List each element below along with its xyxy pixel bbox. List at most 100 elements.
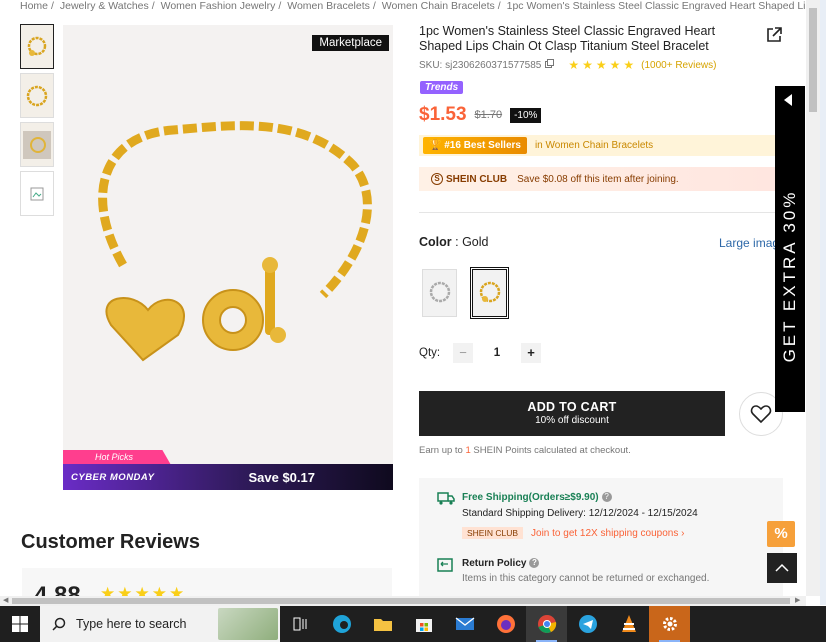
scroll-left-icon[interactable]: ◀ [3, 596, 8, 604]
windows-taskbar: Type here to search [0, 606, 826, 642]
scroll-right-icon[interactable]: ▶ [795, 596, 800, 604]
chevron-right-icon: › [678, 528, 685, 539]
back-to-top-button[interactable] [767, 553, 797, 583]
large-image-link[interactable]: Large imag [719, 236, 779, 250]
main-product-image[interactable]: Marketplace Hot Picks CYBER MONDAY Save … [63, 25, 393, 490]
marketplace-badge: Marketplace [312, 35, 389, 51]
truck-icon [437, 491, 455, 505]
vlc-icon[interactable] [608, 606, 649, 642]
product-stars: ★★★★★ [568, 58, 638, 72]
product-title: 1pc Women's Stainless Steel Classic Engr… [419, 24, 716, 53]
vertical-scrollbar[interactable] [806, 0, 820, 596]
qty-label: Qty: [419, 347, 441, 359]
divider [419, 212, 776, 213]
chevron-up-icon [775, 563, 789, 572]
qty-input[interactable]: 1 [473, 347, 521, 359]
qty-increase-button[interactable]: + [521, 343, 541, 363]
breadcrumb-current: 1pc Women's Stainless Steel Classic Engr… [506, 0, 805, 12]
product-page: Home / Jewelry & Watches / Women Fashion J… [0, 0, 826, 642]
save-amount: Save $0.17 [248, 469, 315, 485]
best-sellers-row[interactable]: 🏆 #16 Best Sellers in Women Chain Bracel… [419, 135, 776, 156]
breadcrumb-jewelry[interactable]: Jewelry & Watches [60, 0, 149, 12]
bracelet-image [98, 121, 372, 362]
swatch-gold[interactable] [470, 267, 509, 319]
help-icon[interactable]: ? [601, 492, 612, 503]
breadcrumb-bracelets[interactable]: Women Bracelets [287, 0, 370, 12]
chrome-icon[interactable] [526, 606, 567, 642]
share-icon[interactable] [765, 26, 783, 44]
breadcrumb: Home / Jewelry & Watches / Women Fashion J… [20, 0, 805, 14]
price-row: $1.53 $1.70 -10% [419, 104, 542, 126]
copy-icon[interactable] [545, 59, 555, 71]
search-highlight-image [218, 608, 278, 640]
free-shipping-title: Free Shipping(Orders≥$9.90) [462, 492, 599, 503]
shipping-box: Free Shipping(Orders≥$9.90)? Standard Sh… [419, 478, 783, 598]
club-coupon-line[interactable]: SHEIN CLUB Join to get 12X shipping coupo… [462, 527, 684, 539]
return-policy-line: Return Policy? [462, 558, 540, 569]
vertical-scroll-thumb[interactable] [809, 8, 817, 112]
quantity-row: Qty: − 1 + [419, 343, 541, 363]
club-logo-text: SHEIN CLUB [446, 173, 508, 185]
best-sellers-badge: 🏆 #16 Best Sellers [423, 137, 527, 154]
horizontal-scroll-thumb[interactable] [12, 598, 790, 604]
add-to-cart-button[interactable]: ADD TO CART 10% off discount [419, 391, 725, 436]
points-post: SHEIN Points calculated at checkout. [470, 445, 631, 456]
windows-logo-icon [12, 616, 28, 632]
club-savings-text: Save $0.08 off this item after joining. [517, 173, 679, 185]
swatch-silver[interactable] [422, 269, 457, 317]
return-help-icon[interactable]: ? [529, 558, 540, 569]
collapse-arrow-icon[interactable] [784, 94, 792, 106]
breadcrumb-chain-bracelets[interactable]: Women Chain Bracelets [382, 0, 495, 12]
task-view-icon[interactable] [280, 606, 321, 642]
color-label-row: Color : Gold [419, 235, 488, 249]
store-icon[interactable] [403, 606, 444, 642]
cyber-monday-bar: CYBER MONDAY Save $0.17 [63, 464, 393, 490]
edge-icon[interactable] [321, 606, 362, 642]
trophy-icon: 🏆 [429, 140, 442, 151]
taskbar-search[interactable]: Type here to search [40, 606, 280, 642]
add-to-cart-sub: 10% off discount [535, 415, 609, 426]
club-coupon-text: Join to get 12X shipping coupons [531, 528, 679, 539]
search-icon [52, 617, 66, 631]
cyber-monday-strip: Hot Picks CYBER MONDAY Save $0.17 [63, 450, 393, 490]
review-count-link[interactable]: (1000+ Reviews) [641, 60, 716, 71]
free-shipping-line: Free Shipping(Orders≥$9.90)? [462, 492, 612, 503]
current-price: $1.53 [419, 104, 467, 125]
thumbnail-list [20, 24, 54, 220]
standard-shipping: Standard Shipping Delivery: 12/12/2024 -… [462, 508, 698, 519]
club-s-icon: S [431, 173, 443, 185]
search-placeholder: Type here to search [76, 617, 187, 631]
thumbnail-4[interactable] [20, 171, 54, 216]
points-pre: Earn up to [419, 445, 466, 456]
club-mini-badge: SHEIN CLUB [462, 527, 524, 539]
trends-badge[interactable]: Trends [420, 81, 464, 94]
thumbnail-3[interactable] [20, 122, 54, 167]
points-text: Earn up to 1 SHEIN Points calculated at … [419, 445, 631, 456]
breadcrumb-fashion-jewelry[interactable]: Women Fashion Jewelry [161, 0, 276, 12]
qty-decrease-button[interactable]: − [453, 343, 473, 363]
cyber-monday-label: CYBER MONDAY [71, 471, 155, 483]
rating-summary: 4.88 ★★★★★ [22, 568, 392, 598]
sku-row: SKU: sj2306260371577585 ★★★★★ (1000+ Rev… [419, 58, 716, 72]
extra-discount-text: GET EXTRA 30% [780, 189, 799, 363]
customer-reviews-title: Customer Reviews [21, 531, 200, 553]
extra-discount-side-banner[interactable]: GET EXTRA 30% [775, 86, 805, 412]
best-sellers-rank: #16 Best Sellers [444, 140, 521, 151]
settings-gear-icon[interactable] [649, 606, 690, 642]
mail-icon[interactable] [444, 606, 485, 642]
thumbnail-1[interactable] [20, 24, 54, 69]
horizontal-scrollbar[interactable]: ◀ ▶ [0, 596, 806, 606]
start-button[interactable] [0, 606, 40, 642]
firefox-icon[interactable] [485, 606, 526, 642]
color-value: : Gold [455, 235, 489, 249]
hot-picks-tag: Hot Picks [63, 450, 171, 465]
thumbnail-2[interactable] [20, 73, 54, 118]
file-explorer-icon[interactable] [362, 606, 403, 642]
discount-badge: -10% [510, 107, 542, 123]
original-price: $1.70 [474, 109, 503, 121]
coupon-float-button[interactable]: % [767, 521, 795, 547]
breadcrumb-home[interactable]: Home [20, 0, 48, 12]
telegram-icon[interactable] [567, 606, 608, 642]
best-sellers-category: in Women Chain Bracelets [534, 140, 654, 151]
shein-club-row[interactable]: S SHEIN CLUB Save $0.08 off this item af… [419, 167, 776, 191]
